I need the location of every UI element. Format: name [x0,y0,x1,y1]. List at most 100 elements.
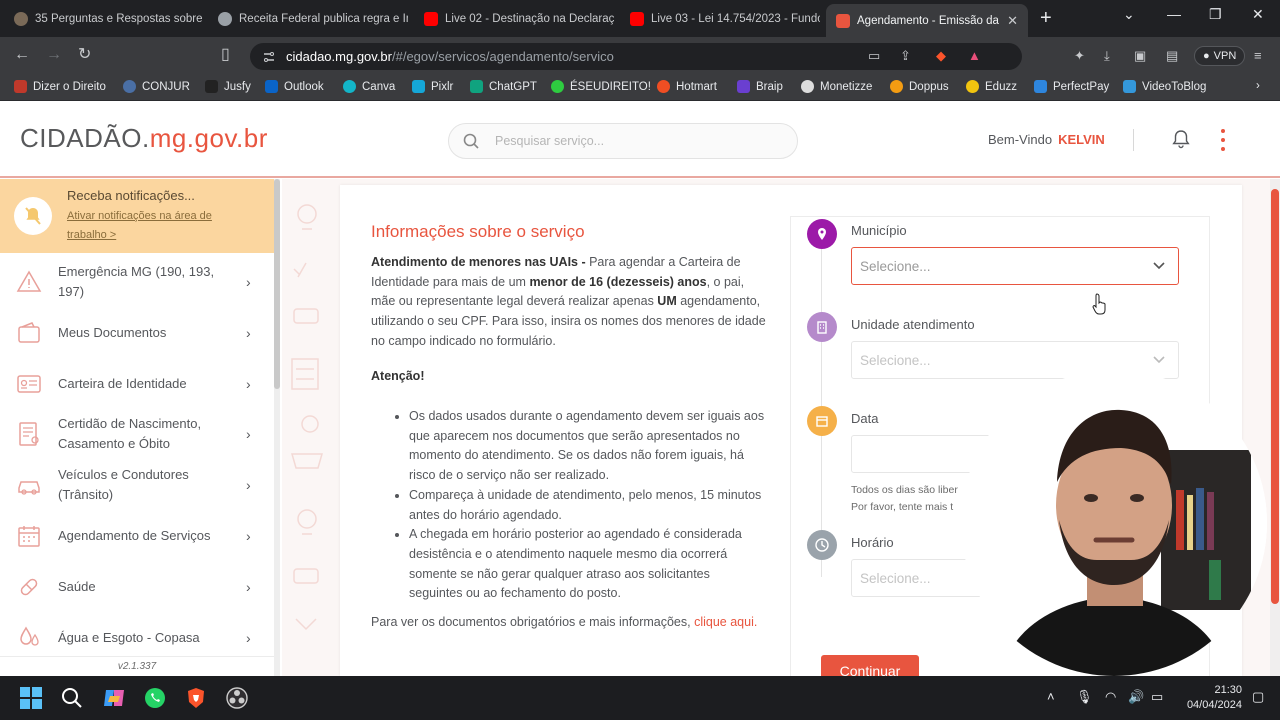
brave-browser-icon[interactable] [184,686,208,710]
bookmark-favicon-icon [205,80,218,93]
bookmarks-overflow-icon[interactable]: › [1256,80,1260,92]
whatsapp-icon[interactable] [143,686,167,710]
continuar-button[interactable]: Continuar [821,655,919,676]
bookmark-favicon-icon [265,80,278,93]
bookmark-item[interactable]: Pixlr [412,80,453,93]
bookmark-item[interactable]: Dizer o Direito [14,80,106,93]
sidebar-toggle-icon[interactable]: ▣ [1134,49,1146,62]
browser-tab-strip: 35 Perguntas e Respostas sobre a Receita… [0,0,1280,37]
browser-tab[interactable]: Live 03 - Lei 14.754/2023 - Fundo [620,6,820,31]
municipio-select[interactable]: Selecione... [851,247,1179,285]
brave-shield-icon[interactable]: ◆ [936,49,946,62]
search-input[interactable]: Pesquisar serviço... [448,123,798,159]
sidebar-scrollbar[interactable] [274,179,280,389]
bookmark-item[interactable]: PerfectPay [1034,80,1109,93]
bookmark-item[interactable]: Doppus [890,80,949,93]
bookmark-item[interactable]: CONJUR [123,80,190,93]
vpn-button[interactable]: ● VPN [1194,46,1246,66]
bookmark-label: Dizer o Direito [33,80,106,93]
sidebar-item-meus-documentos[interactable]: Meus Documentos › [0,321,274,345]
bookmark-item[interactable]: Jusfy [205,80,251,93]
reload-icon[interactable]: ↻ [78,47,91,63]
sidebar-item-carteira-identidade[interactable]: Carteira de Identidade › [0,372,274,396]
tab-title: 35 Perguntas e Respostas sobre a [35,12,204,25]
browser-menu-icon[interactable]: ≡ [1254,49,1262,62]
enable-notifications-link[interactable]: Ativar notificações na área de trabalho … [67,207,247,245]
forward-icon[interactable]: → [46,47,62,63]
volume-icon[interactable]: 🔊 [1128,690,1144,704]
bookmark-item[interactable]: VideoToBlog [1123,80,1206,93]
maximize-icon[interactable]: ❐ [1209,6,1222,23]
bookmark-favicon-icon [1034,80,1047,93]
data-hint: Por favor, tente mais t [851,501,954,513]
close-window-icon[interactable]: ✕ [1252,6,1264,23]
logo-text: CIDADÃO. [20,123,150,153]
bookmark-label: Hotmart [676,80,717,93]
bookmark-item[interactable]: Eduzz [966,80,1017,93]
new-tab-button[interactable]: + [1040,8,1052,28]
windows-start-icon[interactable] [19,686,43,710]
cast-icon[interactable]: ▭ [868,49,880,62]
bookmark-item[interactable]: ChatGPT [470,80,537,93]
microphone-icon[interactable]: 🎙 [1076,690,1093,704]
more-options-icon[interactable] [1216,129,1230,151]
certificate-icon [19,422,39,446]
chevron-right-icon: › [246,426,251,442]
bookmark-item[interactable]: Braip [737,80,783,93]
back-icon[interactable]: ← [14,47,30,63]
bell-icon[interactable] [1170,128,1192,150]
sidebar-item-agendamento[interactable]: Agendamento de Serviços › [0,524,274,548]
search-placeholder: Pesquisar serviço... [495,134,605,148]
battery-icon[interactable]: ▭ [1151,690,1163,704]
page-scrollbar[interactable] [1271,189,1279,604]
system-clock[interactable]: 21:30 04/04/2024 [1176,683,1242,713]
vpn-icon: ● [1203,50,1210,62]
chevron-right-icon: › [246,477,251,493]
bookmark-item[interactable]: Canva [343,80,395,93]
browser-tab-active[interactable]: Agendamento - Emissão da ✕ [826,4,1028,37]
data-hint: Todos os dias são liber [851,484,958,496]
browser-tab[interactable]: 35 Perguntas e Respostas sobre a [4,6,204,31]
bookmark-icon[interactable]: ▯ [221,47,230,63]
calendar-icon [18,526,40,547]
site-header: CIDADÃO.mg.gov.br Pesquisar serviço... B… [0,101,1280,178]
browser-tab[interactable]: Receita Federal publica regra e In [208,6,408,31]
obs-studio-icon[interactable] [225,686,249,710]
vpn-label: VPN [1213,50,1237,62]
attention-heading: Atenção! [371,369,425,383]
minimize-icon[interactable]: — [1167,6,1181,22]
sidebar-item-veiculos[interactable]: Veículos e Condutores (Trânsito) › [0,464,274,506]
download-icon[interactable]: ⤓ [1104,49,1110,62]
horario-label: Horário [851,535,894,550]
intro-bold-um: UM [657,294,677,309]
sidebar-item-agua-esgoto[interactable]: Água e Esgoto - Copasa › [0,626,274,650]
extensions-icon[interactable]: ✦ [1074,49,1085,62]
wifi-icon[interactable]: ◠ [1105,690,1116,704]
share-icon[interactable]: ⇪ [900,49,911,62]
sidebar-item-certidao[interactable]: Certidão de Nascimento, Casamento e Óbit… [0,413,274,455]
youtube-icon [424,11,438,26]
site-settings-icon[interactable] [262,50,276,64]
bookmark-item[interactable]: Hotmart [657,80,717,93]
site-logo[interactable]: CIDADÃO.mg.gov.br [20,123,268,154]
wallet-icon[interactable]: ▤ [1166,49,1178,62]
clock-date: 04/04/2024 [1186,699,1242,711]
page-scroll-track[interactable] [1270,179,1280,676]
sidebar-item-emergencia[interactable]: Emergência MG (190, 193, 197) › [0,261,274,303]
clock-time: 21:30 [1214,684,1242,696]
tab-search-icon[interactable]: ⌄ [1123,6,1135,23]
browser-tab[interactable]: Live 02 - Destinação na Declaraç [414,6,614,31]
show-hidden-icons[interactable]: ˄ [1047,690,1055,704]
copilot-icon[interactable] [102,686,126,710]
search-icon[interactable] [60,686,84,710]
sidebar-item-saude[interactable]: Saúde › [0,575,274,599]
close-tab-icon[interactable]: ✕ [1007,13,1018,29]
notification-center-icon[interactable]: ▢ [1252,690,1264,704]
brave-rewards-icon[interactable]: ▲ [968,49,981,62]
bookmark-item[interactable]: Monetizze [801,80,872,93]
user-name[interactable]: KELVIN [1058,132,1105,147]
bookmark-item[interactable]: ÉSEUDIREITO! [551,80,651,93]
horario-value: Selecione... [860,570,931,586]
bookmark-item[interactable]: Outlook [265,80,324,93]
click-here-link[interactable]: clique aqui. [694,615,757,629]
